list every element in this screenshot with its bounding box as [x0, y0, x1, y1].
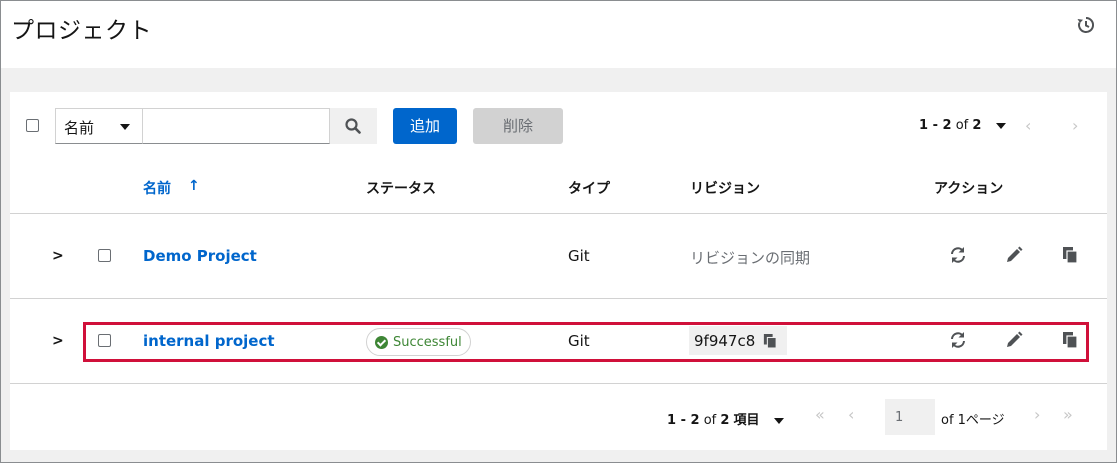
column-header-revision: リビジョン: [690, 181, 760, 197]
toolbar: 名前 追加 削除 1 - 2 of 2 ‹ ›: [10, 92, 1107, 162]
table-row: > Demo Project Git リビジョンの同期: [10, 214, 1107, 299]
caret-down-icon: [120, 124, 130, 130]
project-name-link[interactable]: internal project: [143, 332, 275, 350]
caret-down-icon: [995, 122, 1006, 129]
page-count-label: of 1ページ: [941, 413, 1005, 428]
previous-page-icon[interactable]: ‹: [848, 405, 854, 424]
filter-select[interactable]: 名前: [55, 108, 143, 144]
previous-page-icon[interactable]: ‹: [1025, 116, 1031, 135]
page-title: プロジェクト: [11, 18, 152, 44]
revision-sync-text: リビジョンの同期: [690, 249, 811, 267]
pagination-total: 2: [972, 118, 982, 133]
add-button[interactable]: 追加: [393, 108, 457, 144]
pagination-range: 1 - 2: [919, 118, 952, 133]
bottom-pagination-total: 2: [720, 413, 730, 428]
delete-button[interactable]: 削除: [473, 108, 563, 144]
filter-select-label: 名前: [64, 119, 95, 137]
column-header-name[interactable]: 名前: [143, 178, 171, 198]
edit-icon[interactable]: [1005, 331, 1023, 349]
project-type: Git: [568, 332, 590, 350]
status-label: Successful: [393, 334, 462, 350]
bottom-pagination-range: 1 - 2: [667, 413, 700, 428]
project-type: Git: [568, 247, 590, 265]
page-header: プロジェクト: [1, 1, 1116, 68]
sync-icon[interactable]: [949, 331, 967, 349]
expand-row-icon[interactable]: >: [52, 333, 64, 349]
table-header: 名前 ↑ ステータス タイプ リビジョン アクション: [10, 162, 1107, 214]
edit-icon[interactable]: [1005, 246, 1023, 264]
search-icon: [345, 118, 361, 134]
sync-icon[interactable]: [949, 246, 967, 264]
select-all-checkbox[interactable]: [26, 119, 39, 132]
projects-card: 名前 追加 削除 1 - 2 of 2 ‹ › 名前 ↑ ステータス タイプ リ…: [10, 92, 1107, 450]
copy-icon[interactable]: [1062, 331, 1078, 349]
check-circle-icon: [375, 335, 388, 349]
revision-hash: 9f947c8: [694, 331, 756, 350]
expand-row-icon[interactable]: >: [52, 248, 64, 264]
table-footer: 1 - 2 of 2 項目 « ‹ 1 of 1ページ › »: [10, 385, 1107, 450]
copy-icon[interactable]: [763, 333, 777, 349]
project-name-link[interactable]: Demo Project: [143, 247, 257, 265]
bottom-pagination-items-label: 項目: [733, 413, 760, 428]
row-checkbox[interactable]: [98, 334, 111, 347]
next-page-icon[interactable]: ›: [1072, 116, 1078, 135]
row-checkbox[interactable]: [98, 249, 111, 262]
caret-down-icon: [773, 417, 784, 424]
copy-icon[interactable]: [1062, 246, 1078, 264]
page-number-input[interactable]: 1: [885, 399, 935, 435]
search-input[interactable]: [143, 108, 330, 144]
bottom-pagination-toggle[interactable]: 1 - 2 of 2 項目: [667, 409, 784, 428]
history-icon[interactable]: [1076, 15, 1096, 35]
sort-ascending-icon[interactable]: ↑: [188, 178, 200, 194]
table-row: > internal project Successful Git 9f947c…: [10, 299, 1107, 384]
column-header-type: タイプ: [568, 181, 610, 197]
column-header-status: ステータス: [366, 181, 436, 197]
pagination-of: of: [955, 118, 969, 133]
first-page-icon[interactable]: «: [815, 405, 825, 424]
status-badge[interactable]: Successful: [366, 328, 471, 356]
pagination-toggle[interactable]: 1 - 2 of 2: [919, 118, 1006, 133]
last-page-icon[interactable]: »: [1063, 405, 1073, 424]
revision-value: 9f947c8: [689, 326, 788, 355]
search-button[interactable]: [330, 108, 377, 144]
next-page-icon[interactable]: ›: [1034, 405, 1040, 424]
bottom-pagination-of: of: [703, 413, 717, 428]
column-header-actions: アクション: [934, 181, 1004, 197]
